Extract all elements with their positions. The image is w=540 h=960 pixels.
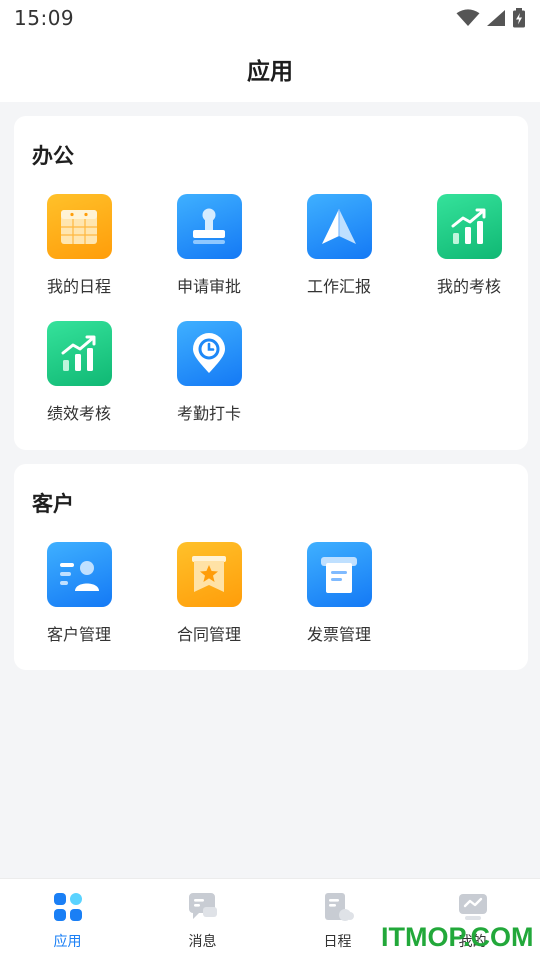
app-label: 我的考核 — [436, 277, 501, 296]
tab-apps[interactable]: 应用 — [0, 879, 135, 960]
app-apply-approval[interactable]: 申请审批 — [144, 194, 274, 299]
customer-app-grid: 客户管理 合同管理 发票管理 — [14, 542, 528, 647]
app-invoice-management[interactable]: 发票管理 — [274, 542, 404, 647]
growth-chart-icon — [436, 194, 502, 259]
app-label: 申请审批 — [176, 277, 241, 296]
message-icon — [188, 893, 217, 919]
customer-card-icon — [46, 542, 112, 607]
app-label: 绩效考核 — [46, 404, 111, 423]
page-title: 应用 — [247, 59, 293, 85]
status-icons — [456, 8, 526, 28]
profile-icon — [458, 894, 487, 920]
office-section-card: 办公 我的日程 申请审批 工作汇报 我的考核 绩效考核 考勤打卡 — [14, 116, 528, 450]
contract-star-icon — [176, 542, 242, 607]
office-section-title: 办公 — [32, 144, 74, 168]
tab-messages[interactable]: 消息 — [135, 879, 270, 960]
app-label: 发票管理 — [306, 625, 371, 644]
clock-pin-icon — [176, 321, 242, 386]
office-app-grid: 我的日程 申请审批 工作汇报 我的考核 绩效考核 考勤打卡 — [14, 194, 528, 426]
app-customer-management[interactable]: 客户管理 — [14, 542, 144, 647]
tab-label: 应用 — [53, 934, 82, 950]
app-contract-management[interactable]: 合同管理 — [144, 542, 274, 647]
page-header: 应用 — [0, 36, 540, 102]
calendar-icon — [46, 194, 112, 259]
status-bar: 15:09 — [0, 0, 540, 36]
signal-icon — [487, 10, 505, 26]
battery-charging-icon — [513, 8, 525, 28]
app-label: 工作汇报 — [306, 277, 371, 296]
schedule-icon — [324, 893, 354, 921]
app-my-schedule[interactable]: 我的日程 — [14, 194, 144, 299]
tab-label: 日程 — [323, 934, 352, 950]
watermark: ITMOP.COM — [381, 922, 534, 952]
app-label: 合同管理 — [176, 625, 241, 644]
status-time: 15:09 — [14, 6, 75, 30]
app-attendance-checkin[interactable]: 考勤打卡 — [144, 321, 274, 426]
paper-plane-icon — [306, 194, 372, 259]
growth-chart-icon — [46, 321, 112, 386]
customer-section-title: 客户 — [32, 492, 74, 516]
app-performance-review[interactable]: 绩效考核 — [14, 321, 144, 426]
tab-label: 消息 — [188, 934, 217, 950]
stamp-icon — [176, 194, 242, 259]
apps-grid-icon — [53, 893, 82, 921]
app-my-assessment[interactable]: 我的考核 — [404, 194, 534, 299]
customer-section-card: 客户 客户管理 合同管理 发票管理 — [14, 464, 528, 670]
app-label: 考勤打卡 — [176, 404, 241, 423]
app-label: 我的日程 — [46, 277, 111, 296]
wifi-icon — [456, 9, 480, 26]
app-work-report[interactable]: 工作汇报 — [274, 194, 404, 299]
app-label: 客户管理 — [46, 625, 111, 644]
invoice-icon — [306, 542, 372, 607]
